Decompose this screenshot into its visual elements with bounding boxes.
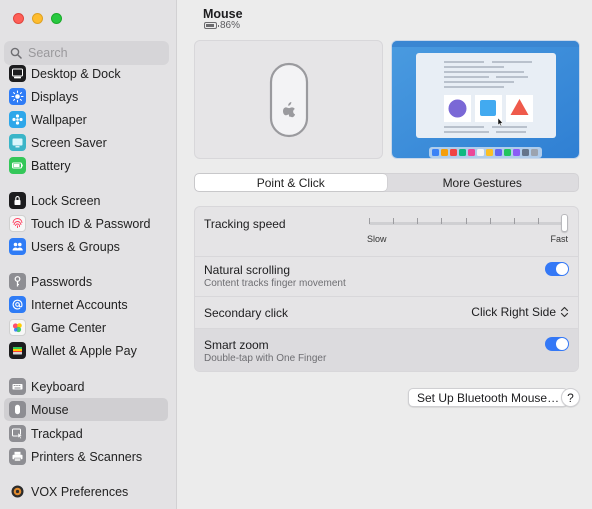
search-input[interactable] [28, 46, 158, 60]
trackpad-icon [9, 425, 26, 442]
battery-percent: 86% [220, 20, 241, 31]
slider-tick [466, 218, 467, 224]
sidebar-item-trackpad[interactable]: Trackpad [4, 422, 168, 445]
dock-icon [9, 65, 26, 82]
natural-scrolling-description: Content tracks finger movement [204, 278, 346, 289]
sidebar-item-label: Touch ID & Password [31, 216, 151, 231]
printer-icon [9, 448, 26, 465]
wallpaper-icon [9, 111, 26, 128]
sidebar-item-label: Desktop & Dock [31, 66, 121, 81]
sidebar-item-battery[interactable]: Battery [4, 154, 168, 177]
slider-tick [490, 218, 491, 224]
sidebar-item-passwords[interactable]: Passwords [4, 270, 168, 293]
slider-max-label: Fast [550, 234, 568, 244]
natural-scrolling-toggle[interactable] [545, 262, 569, 276]
sidebar-item-keyboard[interactable]: Keyboard [4, 375, 168, 398]
secondary-click-label: Secondary click [204, 306, 289, 320]
sidebar-item-lock-screen[interactable]: Lock Screen [4, 189, 168, 212]
sidebar-item-touch-id[interactable]: Touch ID & Password [4, 212, 168, 235]
window-controls [13, 13, 62, 24]
tab-point-click[interactable]: Point & Click [195, 174, 387, 191]
sidebar-item-label: Passwords [31, 274, 93, 289]
slider-knob[interactable] [561, 214, 568, 232]
smart-zoom-toggle[interactable] [545, 337, 569, 351]
smart-zoom-description: Double-tap with One Finger [204, 353, 327, 364]
slider-tick [417, 218, 418, 224]
sidebar-item-label: Keyboard [31, 379, 85, 394]
sidebar-item-label: Screen Saver [31, 135, 107, 150]
sidebar-item-label: Battery [31, 158, 71, 173]
slider-tick [369, 218, 370, 224]
sidebar-item-wallet[interactable]: Wallet & Apple Pay [4, 339, 168, 362]
help-button[interactable]: ? [561, 388, 580, 407]
battery-icon [9, 157, 26, 174]
setup-bluetooth-mouse-button[interactable]: Set Up Bluetooth Mouse… [408, 388, 569, 407]
fingerprint-icon [9, 215, 26, 232]
slider-min-label: Slow [367, 234, 387, 244]
tab-bar: Point & Click More Gestures [194, 173, 579, 192]
tracking-speed-row: Tracking speed Slow Fast [195, 207, 578, 257]
slider-tick [393, 218, 394, 224]
keyboard-icon [9, 378, 26, 395]
secondary-click-popup[interactable]: Click Right Side [471, 305, 569, 319]
lock-icon [9, 192, 26, 209]
sidebar-item-desktop-dock[interactable]: Desktop & Dock [4, 62, 168, 85]
main-pane: Mouse 86% Point & Click More Gestures Tr… [178, 0, 592, 509]
sidebar: Desktop & Dock Displays Wallpaper Screen… [0, 0, 177, 509]
slider-tick [538, 218, 539, 224]
close-button[interactable] [13, 13, 24, 24]
sidebar-item-screen-saver[interactable]: Screen Saver [4, 131, 168, 154]
mouse-image-card [194, 40, 383, 159]
sidebar-item-label: Internet Accounts [31, 297, 128, 312]
sidebar-item-label: Mouse [31, 402, 69, 417]
sidebar-item-internet-accounts[interactable]: Internet Accounts [4, 293, 168, 316]
slider-tick [514, 218, 515, 224]
game-center-icon [9, 319, 26, 336]
sidebar-item-label: Game Center [31, 320, 107, 335]
sidebar-item-mouse[interactable]: Mouse [4, 398, 168, 421]
battery-level-icon [204, 22, 219, 29]
secondary-click-value: Click Right Side [471, 305, 556, 319]
users-icon [9, 238, 26, 255]
desktop-preview-image [392, 41, 579, 158]
zoom-button[interactable] [51, 13, 62, 24]
sidebar-item-label: Users & Groups [31, 239, 120, 254]
natural-scrolling-label: Natural scrolling [204, 263, 291, 277]
settings-group: Tracking speed Slow Fast Natural scrolli… [194, 206, 579, 372]
sidebar-item-wallpaper[interactable]: Wallpaper [4, 108, 168, 131]
vox-icon [9, 483, 26, 500]
sidebar-item-label: Wallpaper [31, 112, 87, 127]
sidebar-item-label: Printers & Scanners [31, 449, 143, 464]
smart-zoom-row: Smart zoom Double-tap with One Finger [195, 329, 578, 371]
page-title: Mouse [203, 7, 243, 21]
tab-more-gestures[interactable]: More Gestures [387, 174, 579, 191]
battery-status: 86% [204, 20, 240, 31]
sidebar-item-users-groups[interactable]: Users & Groups [4, 235, 168, 258]
slider-tick [441, 218, 442, 224]
search-icon [10, 47, 22, 59]
natural-scrolling-row: Natural scrolling Content tracks finger … [195, 257, 578, 297]
secondary-click-row: Secondary click Click Right Side [195, 297, 578, 329]
gesture-preview-video [391, 40, 580, 159]
display-icon [9, 88, 26, 105]
sidebar-item-printers-scanners[interactable]: Printers & Scanners [4, 445, 168, 468]
magic-mouse-icon [269, 62, 308, 137]
sidebar-item-game-center[interactable]: Game Center [4, 316, 168, 339]
key-icon [9, 273, 26, 290]
sidebar-item-label: Lock Screen [31, 193, 101, 208]
at-icon [9, 296, 26, 313]
mouse-icon [9, 401, 26, 418]
smart-zoom-label: Smart zoom [204, 338, 269, 352]
chevron-updown-icon [560, 306, 569, 318]
wallet-icon [9, 342, 26, 359]
sidebar-item-label: VOX Preferences [31, 484, 129, 499]
tracking-speed-label: Tracking speed [204, 217, 286, 231]
sidebar-item-label: Trackpad [31, 426, 83, 441]
screen-saver-icon [9, 134, 26, 151]
sidebar-item-vox[interactable]: VOX Preferences [4, 480, 168, 503]
sidebar-item-label: Displays [31, 89, 79, 104]
sidebar-item-displays[interactable]: Displays [4, 85, 168, 108]
minimize-button[interactable] [32, 13, 43, 24]
sidebar-item-label: Wallet & Apple Pay [31, 343, 137, 358]
